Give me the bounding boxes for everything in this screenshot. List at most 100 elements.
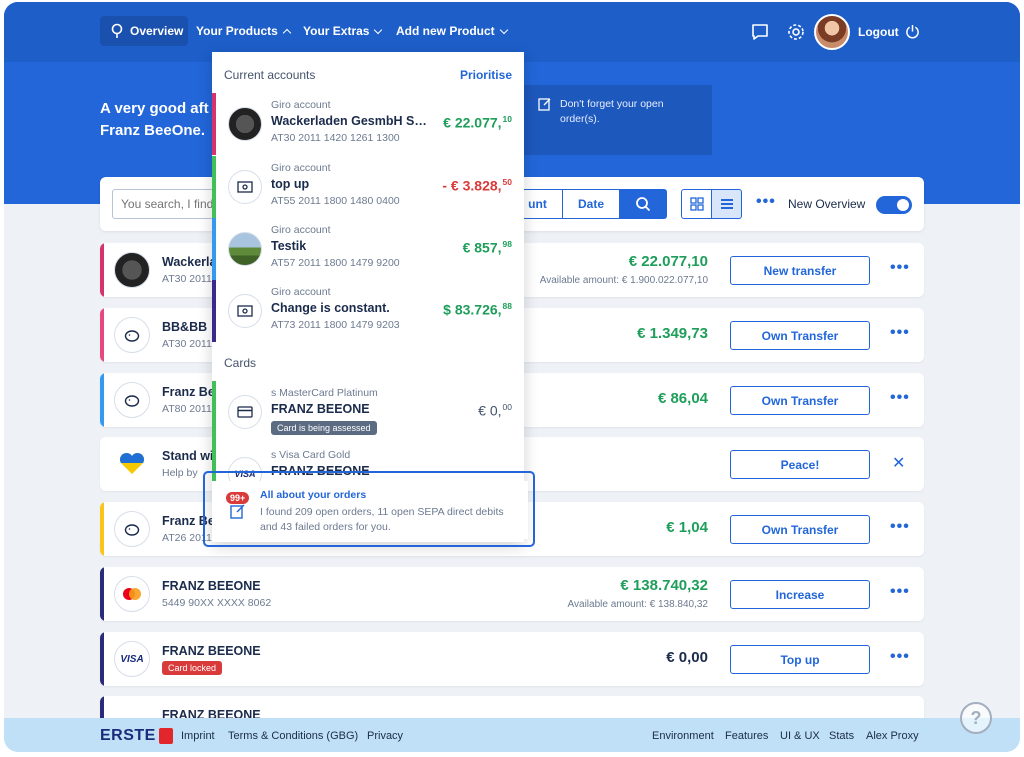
product-row[interactable]: FRANZ BEEONE 5449 90XX XXXX 8062 € 138.7… [100, 567, 924, 621]
increase-button[interactable]: Increase [730, 580, 870, 609]
prioritise-link[interactable]: Prioritise [460, 68, 512, 82]
sort-by-date-button[interactable]: Date [562, 189, 620, 219]
dropdown-account-item[interactable]: Giro account Change is constant. AT73 20… [212, 280, 524, 342]
nav-add-label: Add new Product [396, 24, 495, 38]
orders-title: All about your orders [260, 489, 367, 501]
more-options-icon[interactable]: ••• [890, 648, 910, 666]
footer-link-features[interactable]: Features [725, 730, 768, 742]
footer-link-terms[interactable]: Terms & Conditions (GBG) [228, 730, 358, 742]
item-iban: AT57 2011 1800 1479 9200 [271, 257, 400, 269]
more-options-icon[interactable]: ••• [756, 193, 776, 211]
own-transfer-button[interactable]: Own Transfer [730, 386, 870, 415]
row-name: Wackerla [162, 255, 217, 269]
footer-link-environment[interactable]: Environment [652, 730, 714, 742]
new-transfer-button[interactable]: New transfer [730, 256, 870, 285]
row-amount: € 0,00 [666, 649, 708, 666]
visa-icon: VISA [114, 641, 150, 677]
piggy-bank-icon [114, 382, 150, 418]
footer-link-proxy[interactable]: Alex Proxy [866, 730, 919, 742]
mastercard-icon [114, 576, 150, 612]
notice-text: Don't forget your open order(s). [560, 98, 664, 125]
erste-logo[interactable]: ERSTE [100, 727, 173, 745]
gear-icon[interactable] [786, 22, 806, 42]
row-color-bar [100, 632, 104, 686]
current-accounts-heading: Current accounts [224, 68, 316, 82]
close-icon[interactable]: ✕ [892, 453, 905, 473]
dropdown-account-item[interactable]: Giro account Testik AT57 2011 1800 1479 … [212, 218, 524, 280]
row-amount: € 138.740,32 [620, 577, 708, 594]
row-color-bar [100, 308, 104, 362]
item-amount: $ 83.726,88 [443, 301, 512, 318]
item-type: Giro account [271, 162, 331, 174]
more-options-icon[interactable]: ••• [890, 518, 910, 536]
item-amount-main: € 857, [462, 239, 502, 256]
footer-link-imprint[interactable]: Imprint [181, 730, 215, 742]
more-options-icon[interactable]: ••• [890, 324, 910, 342]
nav-add-product[interactable]: Add new Product [396, 16, 508, 46]
grid-icon [689, 197, 704, 211]
item-amount: € 857,98 [463, 239, 512, 256]
chevron-down-icon [374, 25, 383, 34]
own-transfer-button[interactable]: Own Transfer [730, 321, 870, 350]
item-iban: AT55 2011 1800 1480 0400 [271, 195, 400, 207]
orders-card: 99+ All about your orders I found 209 op… [212, 481, 528, 539]
footer-link-privacy[interactable]: Privacy [367, 730, 403, 742]
item-amount-main: - € 3.828, [442, 177, 502, 194]
chevron-up-icon [282, 28, 292, 37]
item-type: Giro account [271, 224, 331, 236]
item-type: Giro account [271, 99, 331, 111]
row-available-amount: Available amount: € 138.840,32 [567, 599, 708, 610]
nav-your-products[interactable]: Your Products [196, 16, 292, 46]
row-available-amount: Available amount: € 1.900.022.077,10 [539, 275, 708, 286]
row-subtitle: Help by [162, 467, 198, 479]
search-button[interactable] [619, 189, 667, 219]
products-dropdown: Current accounts Prioritise Giro account… [212, 52, 524, 542]
item-type: s MasterCard Platinum [271, 387, 378, 399]
greeting: A very good aft Franz BeeOne. [100, 98, 209, 142]
item-amount: € 0,00 [478, 402, 512, 419]
open-orders-notice[interactable]: Don't forget your open order(s). [524, 85, 712, 155]
item-color-bar [212, 280, 216, 342]
money-icon [228, 170, 262, 204]
bulb-icon [111, 23, 123, 38]
dropdown-account-item[interactable]: Giro account top up AT55 2011 1800 1480 … [212, 156, 524, 218]
logout-button[interactable]: Logout [858, 24, 920, 39]
row-amount: € 1.349,73 [637, 325, 708, 342]
peace-button[interactable]: Peace! [730, 450, 870, 479]
user-avatar[interactable] [814, 14, 850, 50]
account-avatar [228, 107, 262, 141]
top-up-button[interactable]: Top up [730, 645, 870, 674]
product-row[interactable]: VISA FRANZ BEEONE Card locked € 0,00 Top… [100, 632, 924, 686]
item-amount-main: € 0, [478, 402, 502, 419]
nav-overview[interactable]: Overview [100, 16, 188, 46]
grid-view-button[interactable] [681, 189, 712, 219]
row-iban: AT80 2011 [162, 403, 212, 415]
chat-icon[interactable] [750, 22, 770, 42]
account-avatar [114, 252, 150, 288]
orders-highlight[interactable]: 99+ All about your orders I found 209 op… [203, 471, 535, 547]
footer-link-stats[interactable]: Stats [829, 730, 854, 742]
own-transfer-button[interactable]: Own Transfer [730, 515, 870, 544]
more-options-icon[interactable]: ••• [890, 259, 910, 277]
card-assessed-badge: Card is being assessed [271, 421, 377, 435]
dropdown-card-item[interactable]: s MasterCard Platinum FRANZ BEEONE Card … [212, 381, 524, 443]
row-amount: € 1,04 [666, 519, 708, 536]
footer: ERSTE Imprint Terms & Conditions (GBG) P… [4, 718, 1020, 752]
dropdown-account-item[interactable]: Giro account Wackerladen GesmbH Sus... A… [212, 93, 524, 155]
search-icon [636, 197, 651, 212]
more-options-icon[interactable]: ••• [890, 583, 910, 601]
item-name: top up [271, 177, 310, 191]
row-iban: AT30 2011 [162, 338, 212, 350]
row-amount: € 22.077,10 [628, 253, 708, 270]
new-overview-toggle[interactable] [876, 196, 912, 214]
nav-your-extras[interactable]: Your Extras [303, 16, 383, 46]
nav-overview-label: Overview [130, 24, 184, 38]
more-options-icon[interactable]: ••• [890, 389, 910, 407]
row-color-bar [100, 373, 104, 427]
new-overview-label: New Overview [788, 197, 866, 211]
item-color-bar [212, 93, 216, 155]
landscape-avatar [228, 232, 262, 266]
list-view-button[interactable] [711, 189, 742, 219]
footer-link-uiux[interactable]: UI & UX [780, 730, 820, 742]
help-button[interactable]: ? [960, 702, 992, 734]
